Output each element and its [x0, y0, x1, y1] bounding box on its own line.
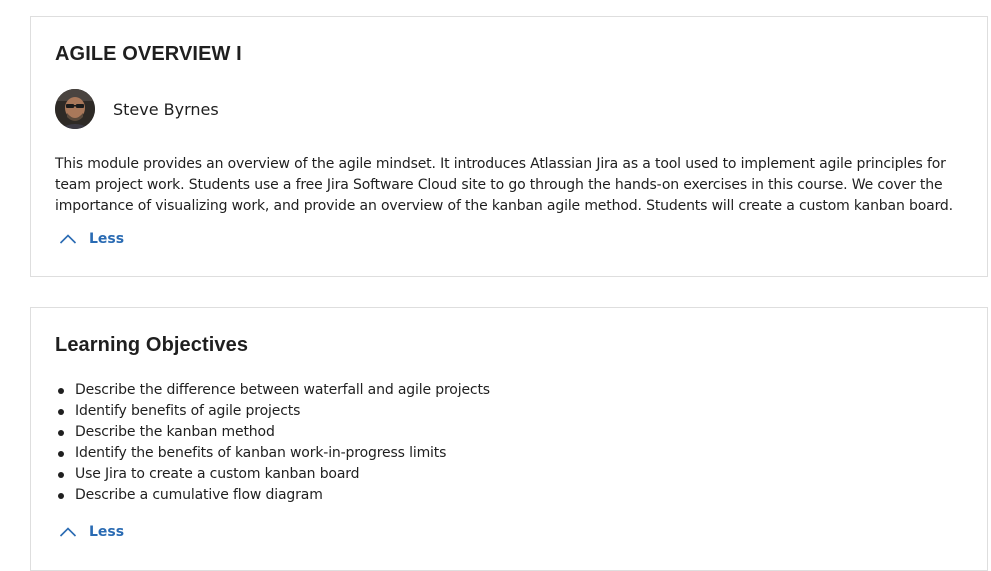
module-title: AGILE OVERVIEW I	[55, 43, 242, 65]
list-item: Identify the benefits of kanban work-in-…	[55, 443, 490, 464]
less-label: Less	[89, 524, 125, 540]
list-item: Describe a cumulative flow diagram	[55, 485, 490, 506]
module-description: This module provides an overview of the …	[55, 156, 953, 214]
list-item: Describe the difference between waterfal…	[55, 380, 490, 401]
list-item: Use Jira to create a custom kanban board	[55, 464, 490, 485]
author-name[interactable]: Steve Byrnes	[113, 100, 219, 119]
author[interactable]: Steve Byrnes	[55, 89, 219, 129]
chevron-up-icon	[59, 527, 77, 537]
less-toggle-button[interactable]: Less	[59, 524, 124, 540]
chevron-up-icon	[59, 234, 77, 244]
objectives-list: Describe the difference between waterfal…	[55, 380, 490, 506]
avatar	[55, 89, 95, 129]
list-item: Identify benefits of agile projects	[55, 401, 490, 422]
list-item: Describe the kanban method	[55, 422, 490, 443]
avatar-photo	[55, 89, 95, 129]
module-overview-card: AGILE OVERVIEW I Steve Byrnes This modul…	[30, 16, 988, 277]
objectives-title: Learning Objectives	[55, 334, 249, 356]
less-label: Less	[89, 231, 125, 247]
learning-objectives-card: Learning Objectives Describe the differe…	[30, 307, 988, 571]
less-toggle-button[interactable]: Less	[59, 231, 124, 247]
